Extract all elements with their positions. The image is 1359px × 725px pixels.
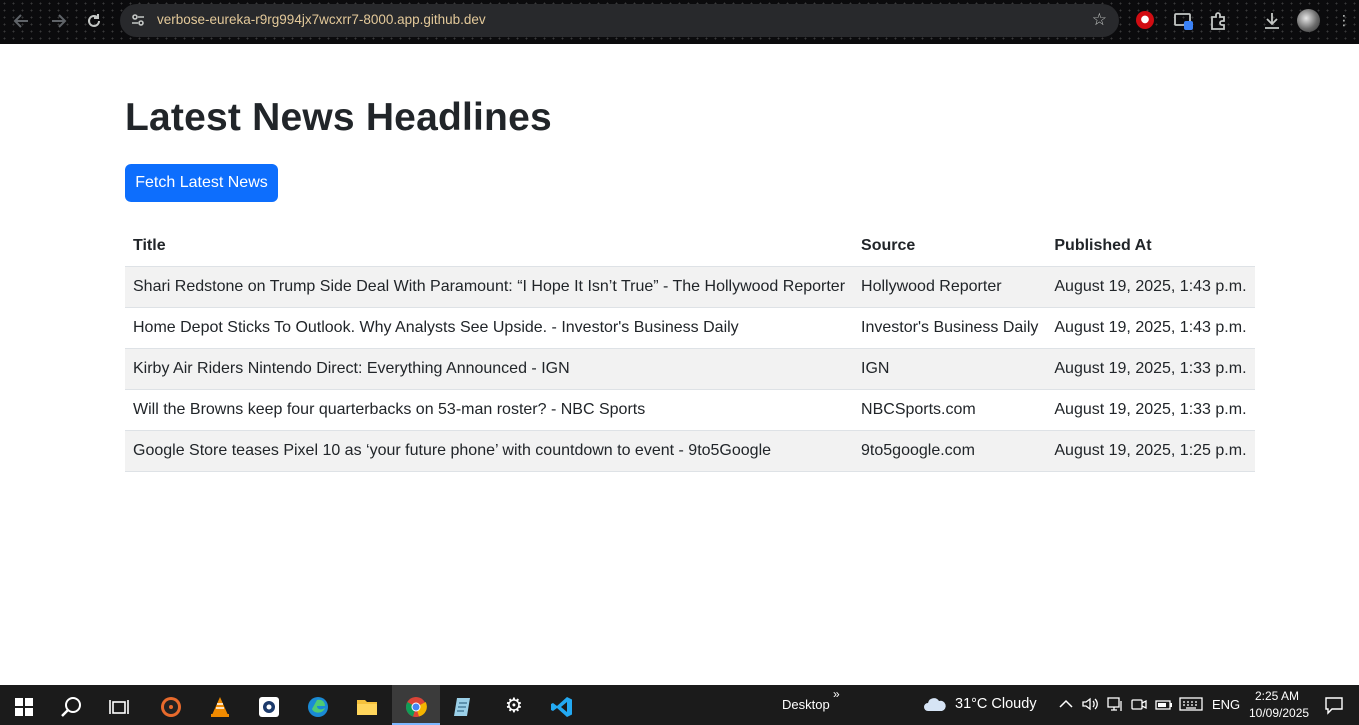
- chrome-icon[interactable]: [392, 685, 440, 725]
- row-published: August 19, 2025, 1:43 p.m.: [1046, 266, 1255, 308]
- url-text[interactable]: verbose-eureka-r9rg994jx7wcxrr7-8000.app…: [157, 12, 486, 27]
- settings-gear-icon[interactable]: ⚙: [490, 685, 538, 725]
- row-source: IGN: [853, 348, 1047, 390]
- weather-text[interactable]: 31°C Cloudy: [955, 696, 1037, 712]
- language-indicator[interactable]: ENG: [1212, 697, 1240, 712]
- extension-red-icon[interactable]: ●: [1136, 11, 1154, 29]
- table-row: Kirby Air Riders Nintendo Direct: Everyt…: [125, 348, 1255, 390]
- row-source: NBCSports.com: [853, 389, 1047, 431]
- network-icon[interactable]: [1106, 695, 1124, 717]
- row-published: August 19, 2025, 1:25 p.m.: [1046, 430, 1255, 472]
- chevron-up-icon[interactable]: [1058, 695, 1074, 717]
- notification-icon[interactable]: [1324, 695, 1344, 719]
- row-source: Hollywood Reporter: [853, 266, 1047, 308]
- table-row: Shari Redstone on Trump Side Deal With P…: [125, 266, 1255, 308]
- back-icon[interactable]: [9, 9, 35, 33]
- search-icon[interactable]: [48, 685, 96, 725]
- extensions-puzzle-icon[interactable]: [1208, 10, 1230, 32]
- row-title: Home Depot Sticks To Outlook. Why Analys…: [125, 307, 854, 349]
- edge-icon[interactable]: [294, 685, 342, 725]
- vlc-icon[interactable]: [196, 685, 244, 725]
- forward-icon[interactable]: [45, 9, 71, 33]
- row-published: August 19, 2025, 1:33 p.m.: [1046, 389, 1255, 431]
- header-source: Source: [853, 226, 1047, 267]
- row-source: 9to5google.com: [853, 430, 1047, 472]
- music-player-icon[interactable]: [147, 685, 195, 725]
- row-title: Kirby Air Riders Nintendo Direct: Everyt…: [125, 348, 854, 390]
- notepad-icon[interactable]: [440, 685, 488, 725]
- download-icon[interactable]: [1261, 10, 1283, 32]
- desktop-toolbar-label[interactable]: Desktop: [782, 697, 830, 712]
- clock-date[interactable]: 10/09/2025: [1249, 706, 1309, 720]
- battery-icon[interactable]: [1154, 695, 1174, 717]
- row-title: Shari Redstone on Trump Side Deal With P…: [125, 266, 854, 308]
- header-title: Title: [125, 226, 854, 267]
- browser-toolbar: verbose-eureka-r9rg994jx7wcxrr7-8000.app…: [0, 0, 1359, 44]
- table-header-row: Title Source Published At: [125, 226, 1255, 267]
- header-published: Published At: [1046, 226, 1255, 267]
- page-title: Latest News Headlines: [125, 96, 552, 139]
- row-published: August 19, 2025, 1:43 p.m.: [1046, 307, 1255, 349]
- reload-icon[interactable]: [81, 9, 107, 33]
- row-title: Google Store teases Pixel 10 as ‘your fu…: [125, 430, 854, 472]
- cast-icon[interactable]: [1173, 10, 1195, 32]
- meet-now-icon[interactable]: [1130, 695, 1148, 717]
- menu-dots-icon[interactable]: ⋮: [1333, 10, 1355, 32]
- table-row: Google Store teases Pixel 10 as ‘your fu…: [125, 430, 1255, 472]
- news-table: Title Source Published At Shari Redstone…: [125, 226, 1255, 472]
- site-info-icon[interactable]: [128, 11, 148, 31]
- taskbar: ⚙ Desktop » 31°C Cloudy ENG 2:25 AM 10/0…: [0, 685, 1359, 725]
- task-view-icon[interactable]: [96, 685, 144, 725]
- profile-avatar[interactable]: [1297, 9, 1320, 32]
- table-row: Home Depot Sticks To Outlook. Why Analys…: [125, 307, 1255, 349]
- fetch-news-button[interactable]: Fetch Latest News: [125, 164, 278, 202]
- row-source: Investor's Business Daily: [853, 307, 1047, 349]
- file-explorer-icon[interactable]: [343, 685, 391, 725]
- clock-time[interactable]: 2:25 AM: [1255, 689, 1299, 703]
- windows-start-icon[interactable]: [0, 685, 48, 725]
- volume-icon[interactable]: [1081, 695, 1099, 717]
- vscode-icon[interactable]: [538, 685, 586, 725]
- weather-cloud-icon[interactable]: [922, 694, 948, 718]
- toolbar-chevron[interactable]: »: [833, 687, 840, 701]
- row-published: August 19, 2025, 1:33 p.m.: [1046, 348, 1255, 390]
- row-title: Will the Browns keep four quarterbacks o…: [125, 389, 854, 431]
- table-row: Will the Browns keep four quarterbacks o…: [125, 389, 1255, 431]
- bookmark-star-icon[interactable]: ☆: [1092, 10, 1107, 30]
- address-bar[interactable]: verbose-eureka-r9rg994jx7wcxrr7-8000.app…: [120, 4, 1119, 37]
- webcam-app-icon[interactable]: [245, 685, 293, 725]
- keyboard-icon[interactable]: [1179, 695, 1203, 717]
